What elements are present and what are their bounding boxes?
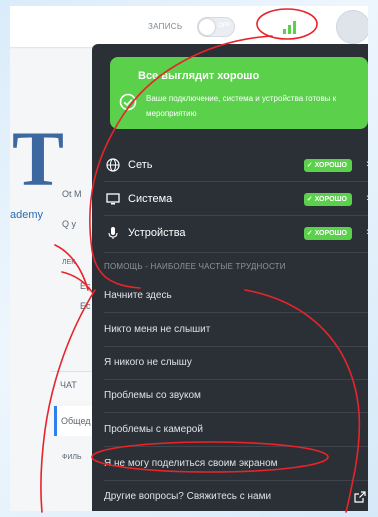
divider [104, 480, 368, 481]
status-card: Все выглядит хорошо Ваше подключение, си… [110, 57, 368, 129]
record-toggle-state: OFF [218, 23, 230, 29]
microphone-icon [108, 227, 118, 239]
check-row-network[interactable]: Сеть ✓ ХОРОШО › [92, 152, 368, 178]
status-badge: ✓ ХОРОШО [303, 159, 352, 172]
check-row-label: Система [128, 193, 173, 205]
help-header: ПОМОЩЬ - НАИБОЛЕЕ ЧАСТЫЕ ТРУДНОСТИ [104, 262, 286, 271]
external-link-icon[interactable] [354, 491, 366, 503]
monitor-icon [106, 193, 120, 205]
logo: T [12, 115, 65, 202]
divider [104, 252, 368, 253]
public-chat-label: Общед [61, 416, 91, 426]
help-item[interactable]: Проблемы с камерой [104, 424, 203, 435]
app-window: ЗАПИСЬ OFF T ademy Ot M Q y ЛЕК Ec Ec ЧА… [10, 6, 368, 511]
help-item[interactable]: Проблемы со звуком [104, 390, 201, 401]
chat-tab: ЧАТ [60, 380, 77, 390]
divider [104, 379, 368, 380]
check-row-label: Сеть [128, 159, 153, 171]
chevron-right-icon: › [366, 192, 368, 204]
ghost-text: Q y [62, 219, 77, 229]
status-description: Ваше подключение, система и устройства г… [146, 94, 337, 118]
ghost-text: Ec [80, 301, 91, 311]
record-label: ЗАПИСЬ [148, 22, 183, 31]
check-circle-icon [119, 93, 137, 111]
check-row-label: Устройства [128, 227, 186, 239]
ghost-text: ЛЕК [62, 259, 76, 266]
background-content: T ademy Ot M Q y ЛЕК Ec Ec [10, 49, 94, 511]
top-bar: ЗАПИСЬ OFF [10, 6, 368, 48]
contact-us-link[interactable]: Другие вопросы? Свяжитесь с нами [104, 491, 271, 502]
globe-icon [106, 158, 120, 172]
divider [104, 312, 368, 313]
status-title: Все выглядит хорошо [138, 70, 260, 82]
help-item[interactable]: Начните здесь [104, 290, 172, 301]
divider [104, 215, 368, 216]
help-item[interactable]: Я никого не слышу [104, 357, 192, 368]
avatar[interactable] [336, 10, 368, 44]
ghost-text: Ec [80, 281, 91, 291]
status-badge: ✓ ХОРОШО [303, 227, 352, 240]
status-badge: ✓ ХОРОШО [303, 193, 352, 206]
help-item[interactable]: Никто меня не слышит [104, 324, 210, 335]
ghost-text: Ot M [62, 189, 82, 199]
logo-text: ademy [10, 209, 44, 221]
divider [104, 181, 368, 182]
filter-label: ФИЛЬ [62, 454, 82, 461]
divider [104, 346, 368, 347]
chevron-right-icon: › [366, 226, 368, 238]
divider [104, 446, 368, 447]
divider [104, 412, 368, 413]
record-toggle-knob [199, 19, 215, 35]
record-toggle[interactable]: OFF [197, 17, 235, 37]
signal-strength-icon[interactable] [278, 18, 300, 36]
help-item[interactable]: Я не могу поделиться своим экраном [104, 458, 278, 469]
check-row-devices[interactable]: Устройства ✓ ХОРОШО › [92, 220, 368, 246]
connection-status-panel: Все выглядит хорошо Ваше подключение, си… [92, 44, 368, 511]
chevron-right-icon: › [366, 158, 368, 170]
check-row-system[interactable]: Система ✓ ХОРОШО › [92, 186, 368, 212]
